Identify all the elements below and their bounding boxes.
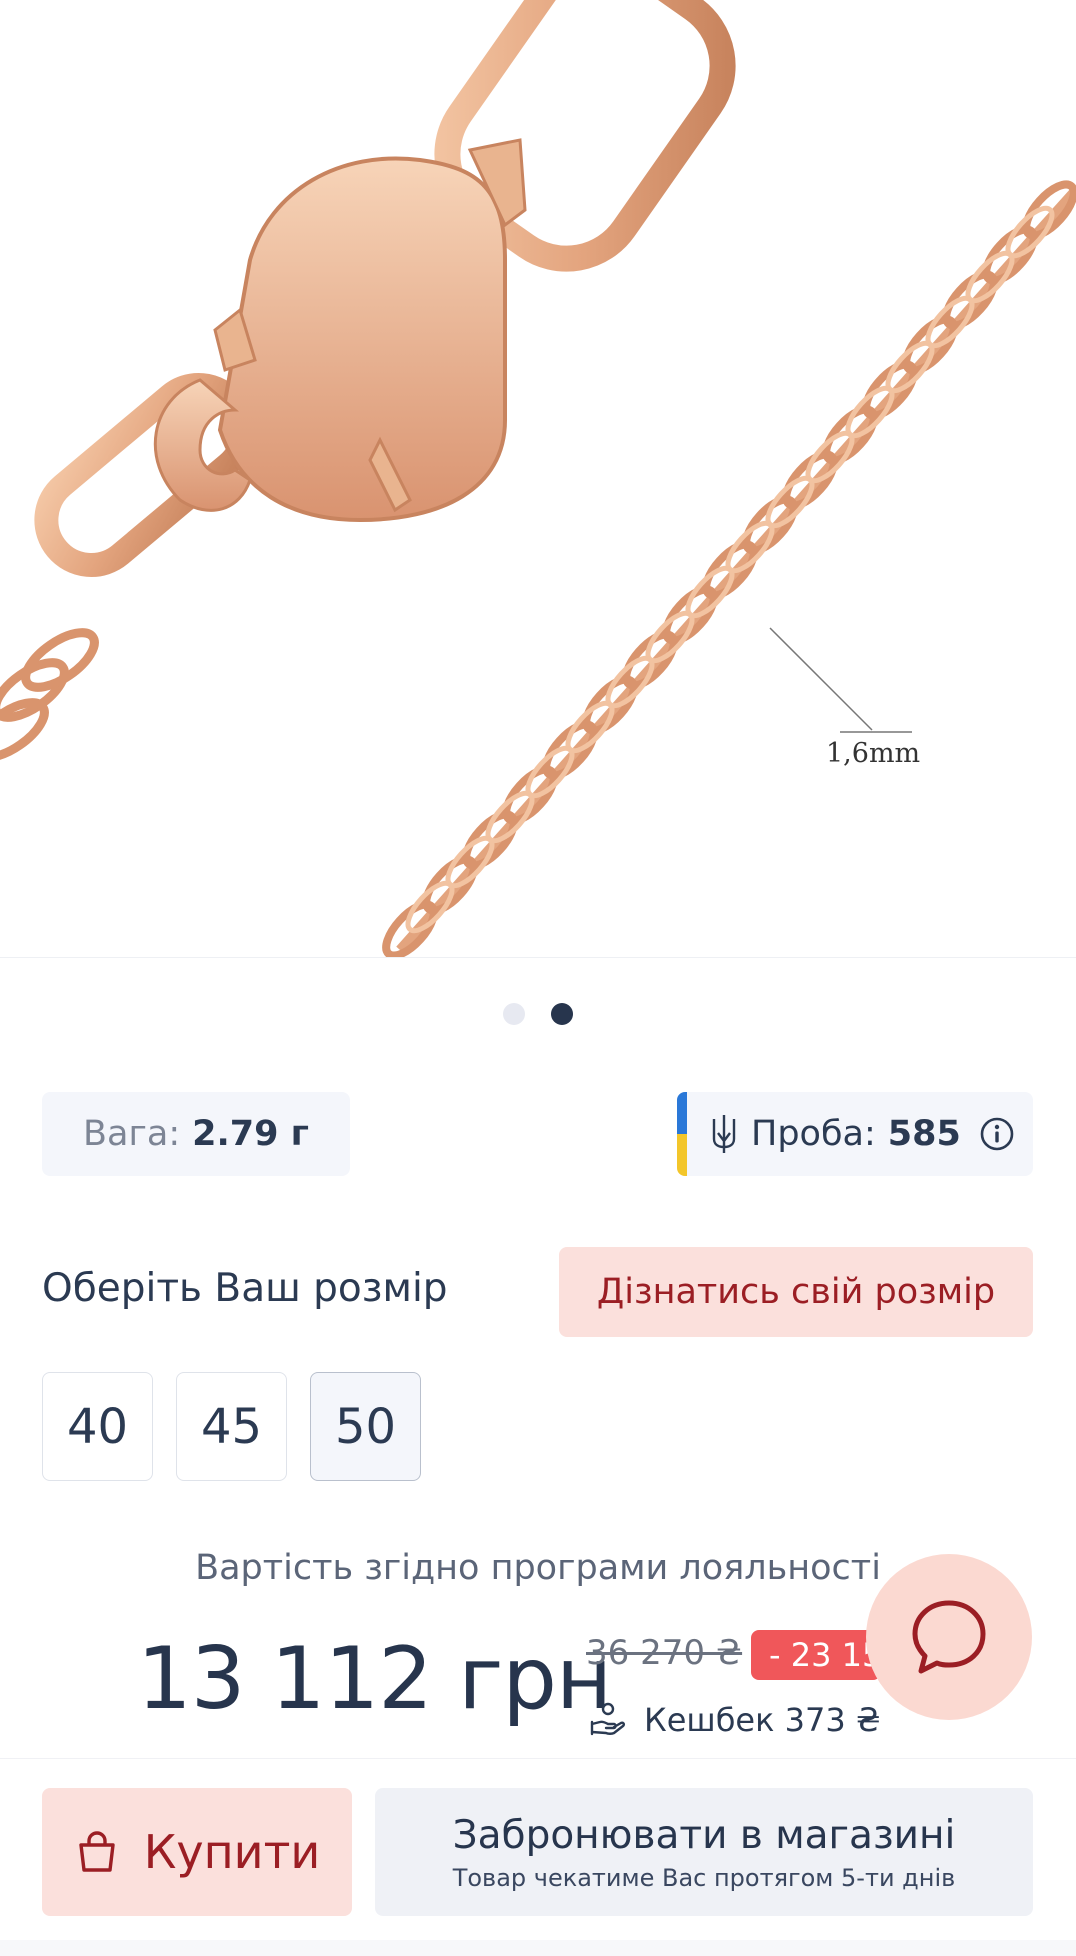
current-price: 13 112 грн xyxy=(137,1629,612,1729)
cashback-info: Кешбек 373 ₴ xyxy=(588,1700,881,1740)
shopping-bag-icon xyxy=(79,1831,115,1872)
discount-badge: - 23 158 ₴ xyxy=(751,1630,881,1680)
gallery-dot-active[interactable] xyxy=(551,1003,573,1025)
bottom-divider xyxy=(0,1940,1076,1956)
reserve-in-store-button[interactable]: Забронювати в магазині Товар чекатиме Ва… xyxy=(375,1788,1033,1916)
chat-bubble-icon xyxy=(912,1600,986,1674)
size-option-selected[interactable]: 50 xyxy=(310,1372,421,1481)
chat-button[interactable] xyxy=(866,1554,1032,1720)
gallery-dot[interactable] xyxy=(503,1003,525,1025)
weight-value: 2.79 г xyxy=(192,1114,309,1154)
gallery-pagination xyxy=(0,1001,1076,1027)
reserve-sublabel: Товар чекатиме Вас протягом 5-ти днів xyxy=(452,1863,956,1892)
find-size-label: Дізнатись свій розмір xyxy=(596,1272,996,1312)
info-icon[interactable] xyxy=(979,1116,1015,1152)
old-price: 36 270 ₴ xyxy=(586,1633,743,1673)
ukraine-flag-stripe xyxy=(677,1092,687,1176)
product-image[interactable]: 1,6mm xyxy=(0,0,1076,958)
buy-label: Купити xyxy=(143,1825,321,1879)
cashback-text: Кешбек 373 ₴ xyxy=(644,1701,881,1739)
trident-icon xyxy=(712,1115,736,1153)
measure-label: 1,6mm xyxy=(826,738,921,769)
size-title: Оберіть Ваш розмір xyxy=(42,1266,448,1311)
weight-badge: Вага: 2.79 г xyxy=(42,1092,350,1176)
chain-photo xyxy=(0,0,1076,957)
probe-label: Проба: xyxy=(751,1114,876,1154)
reserve-label: Забронювати в магазині xyxy=(452,1812,956,1858)
weight-label: Вага: xyxy=(83,1114,181,1154)
size-options: 40 45 50 xyxy=(42,1372,421,1481)
cashback-hand-icon xyxy=(590,1702,626,1736)
probe-value: 585 xyxy=(887,1114,961,1154)
buy-button[interactable]: Купити xyxy=(42,1788,352,1916)
size-option[interactable]: 40 xyxy=(42,1372,153,1481)
find-size-button[interactable]: Дізнатись свій розмір xyxy=(559,1247,1033,1337)
size-option[interactable]: 45 xyxy=(176,1372,287,1481)
probe-badge: Проба: 585 xyxy=(677,1092,1033,1176)
